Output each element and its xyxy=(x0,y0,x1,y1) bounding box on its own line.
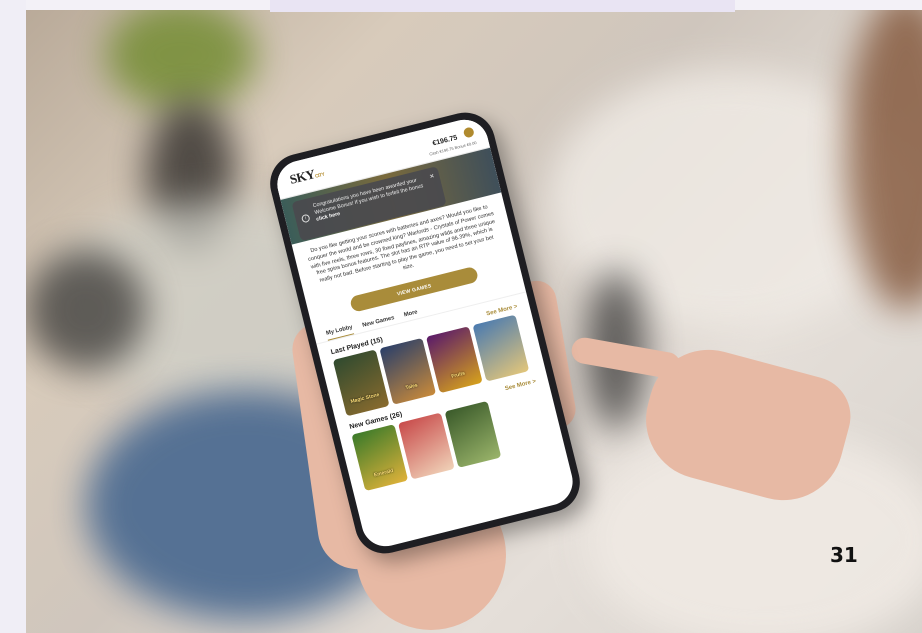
last-played-game-tile[interactable]: Magic Stone xyxy=(332,349,390,417)
last-played-game-tile[interactable]: Tales xyxy=(379,337,437,405)
new-games-game-tile[interactable] xyxy=(444,400,502,468)
game-tile-label: Fruits xyxy=(450,370,466,380)
balance-block[interactable]: €196.75 Cash €196.75 Bonus €0.00 xyxy=(424,123,477,157)
logo-text: SKY xyxy=(287,165,317,187)
page-number: 31 xyxy=(830,543,858,567)
left-margin xyxy=(0,0,26,633)
page: SKYCITY €196.75 Cash €196.75 Bonus €0.00… xyxy=(0,0,922,633)
logo-sub: CITY xyxy=(314,171,325,180)
close-icon[interactable]: × xyxy=(429,171,436,181)
table-base-blob xyxy=(26,250,146,370)
new-games-game-tile[interactable]: Emerald xyxy=(351,423,409,491)
plant-blob xyxy=(106,10,256,110)
last-played-game-tile[interactable]: Fruits xyxy=(425,326,483,393)
last-played-game-tile[interactable] xyxy=(472,314,530,382)
info-icon: i xyxy=(300,213,311,224)
avatar-icon[interactable] xyxy=(462,126,475,139)
top-band xyxy=(270,0,735,12)
skycity-logo[interactable]: SKYCITY xyxy=(288,163,325,187)
new-games-game-tile[interactable] xyxy=(397,412,455,480)
game-tile-label: Tales xyxy=(404,382,419,392)
game-tile-label: Emerald xyxy=(373,467,394,479)
game-tile-label: Magic Stone xyxy=(349,391,381,405)
